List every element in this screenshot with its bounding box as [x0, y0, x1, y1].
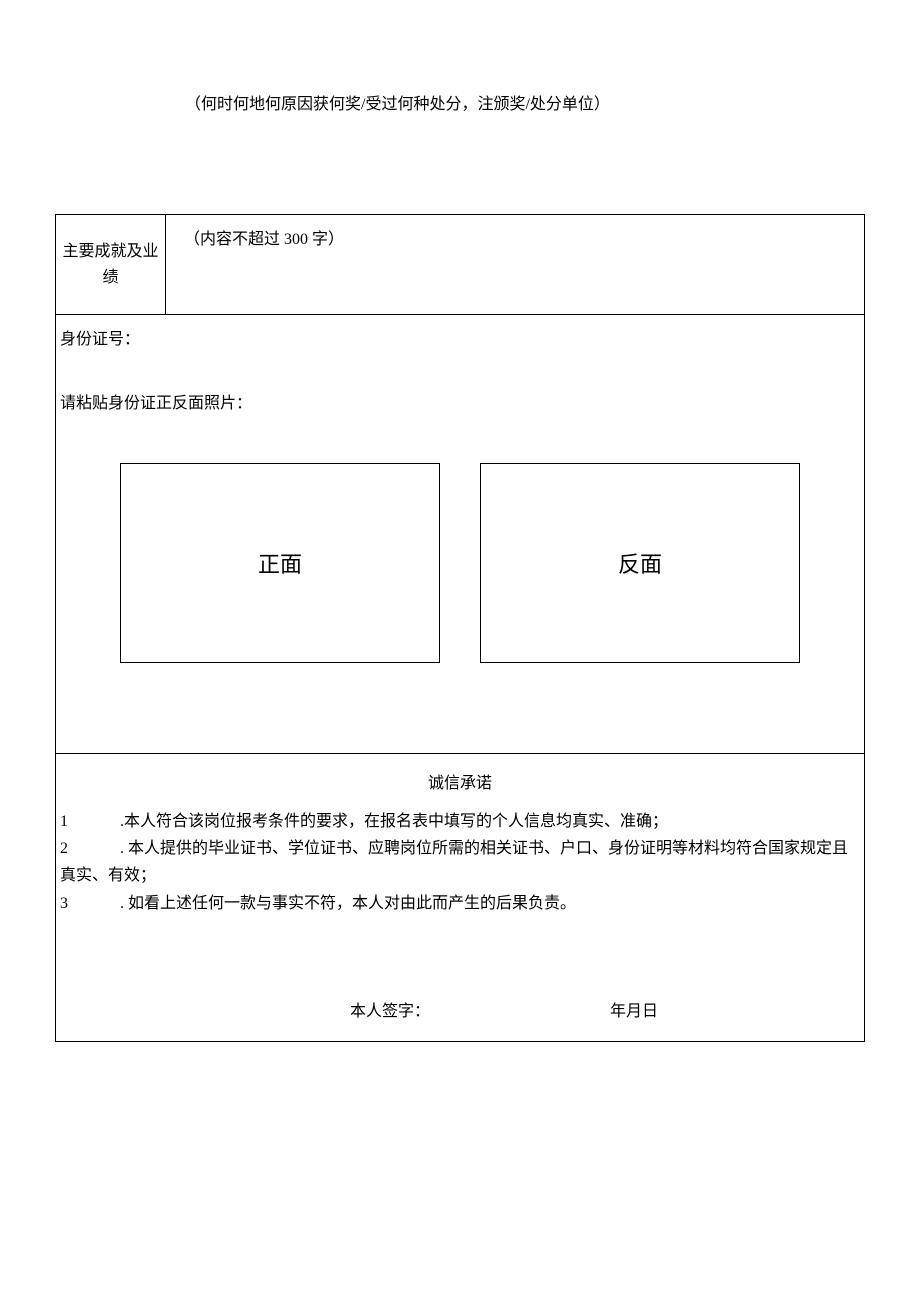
- achievements-label: 主要成就及业绩: [56, 215, 166, 314]
- paste-instruction: 请粘贴身份证正反面照片：: [60, 389, 860, 413]
- pledge-num-3: 3: [60, 890, 120, 917]
- pledge-section: 诚信承诺 1.本人符合该岗位报考条件的要求，在报名表中填写的个人信息均真实、准确…: [56, 754, 864, 1041]
- awards-punishments-note: （何时何地何原因获何奖/受过何种处分，注颁奖/处分单位）: [55, 90, 865, 114]
- signature-label: 本人签字：: [350, 997, 610, 1021]
- pledge-text-2: . 本人提供的毕业证书、学位证书、应聘岗位所需的相关证书、户口、身份证明等材料均…: [60, 840, 848, 884]
- achievements-content-area[interactable]: （内容不超过 300 字）: [166, 215, 864, 314]
- id-front-label: 正面: [258, 547, 302, 579]
- id-front-box[interactable]: 正面: [120, 463, 440, 663]
- pledge-num-2: 2: [60, 835, 120, 862]
- achievements-row: 主要成就及业绩 （内容不超过 300 字）: [56, 215, 864, 315]
- pledge-item-3: 3. 如看上述任何一款与事实不符，本人对由此而产生的后果负责。: [60, 890, 860, 917]
- achievements-hint: （内容不超过 300 字）: [184, 231, 344, 248]
- pledge-text-1: .本人符合该岗位报考条件的要求，在报名表中填写的个人信息均真实、准确；: [120, 813, 668, 830]
- id-back-box[interactable]: 反面: [480, 463, 800, 663]
- form-table: 主要成就及业绩 （内容不超过 300 字） 身份证号： 请粘贴身份证正反面照片：…: [55, 214, 865, 1042]
- id-back-label: 反面: [618, 547, 662, 579]
- id-number-label: 身份证号：: [60, 325, 860, 349]
- pledge-num-1: 1: [60, 808, 120, 835]
- pledge-item-2: 2. 本人提供的毕业证书、学位证书、应聘岗位所需的相关证书、户口、身份证明等材料…: [60, 835, 860, 889]
- pledge-title: 诚信承诺: [60, 769, 860, 793]
- pledge-text-3: . 如看上述任何一款与事实不符，本人对由此而产生的后果负责。: [120, 895, 576, 912]
- signature-line: 本人签字：年月日: [60, 997, 860, 1021]
- date-label: 年月日: [610, 1003, 658, 1020]
- photo-boxes-container: 正面 反面: [60, 463, 860, 723]
- id-section: 身份证号： 请粘贴身份证正反面照片： 正面 反面: [56, 315, 864, 754]
- pledge-item-1: 1.本人符合该岗位报考条件的要求，在报名表中填写的个人信息均真实、准确；: [60, 808, 860, 835]
